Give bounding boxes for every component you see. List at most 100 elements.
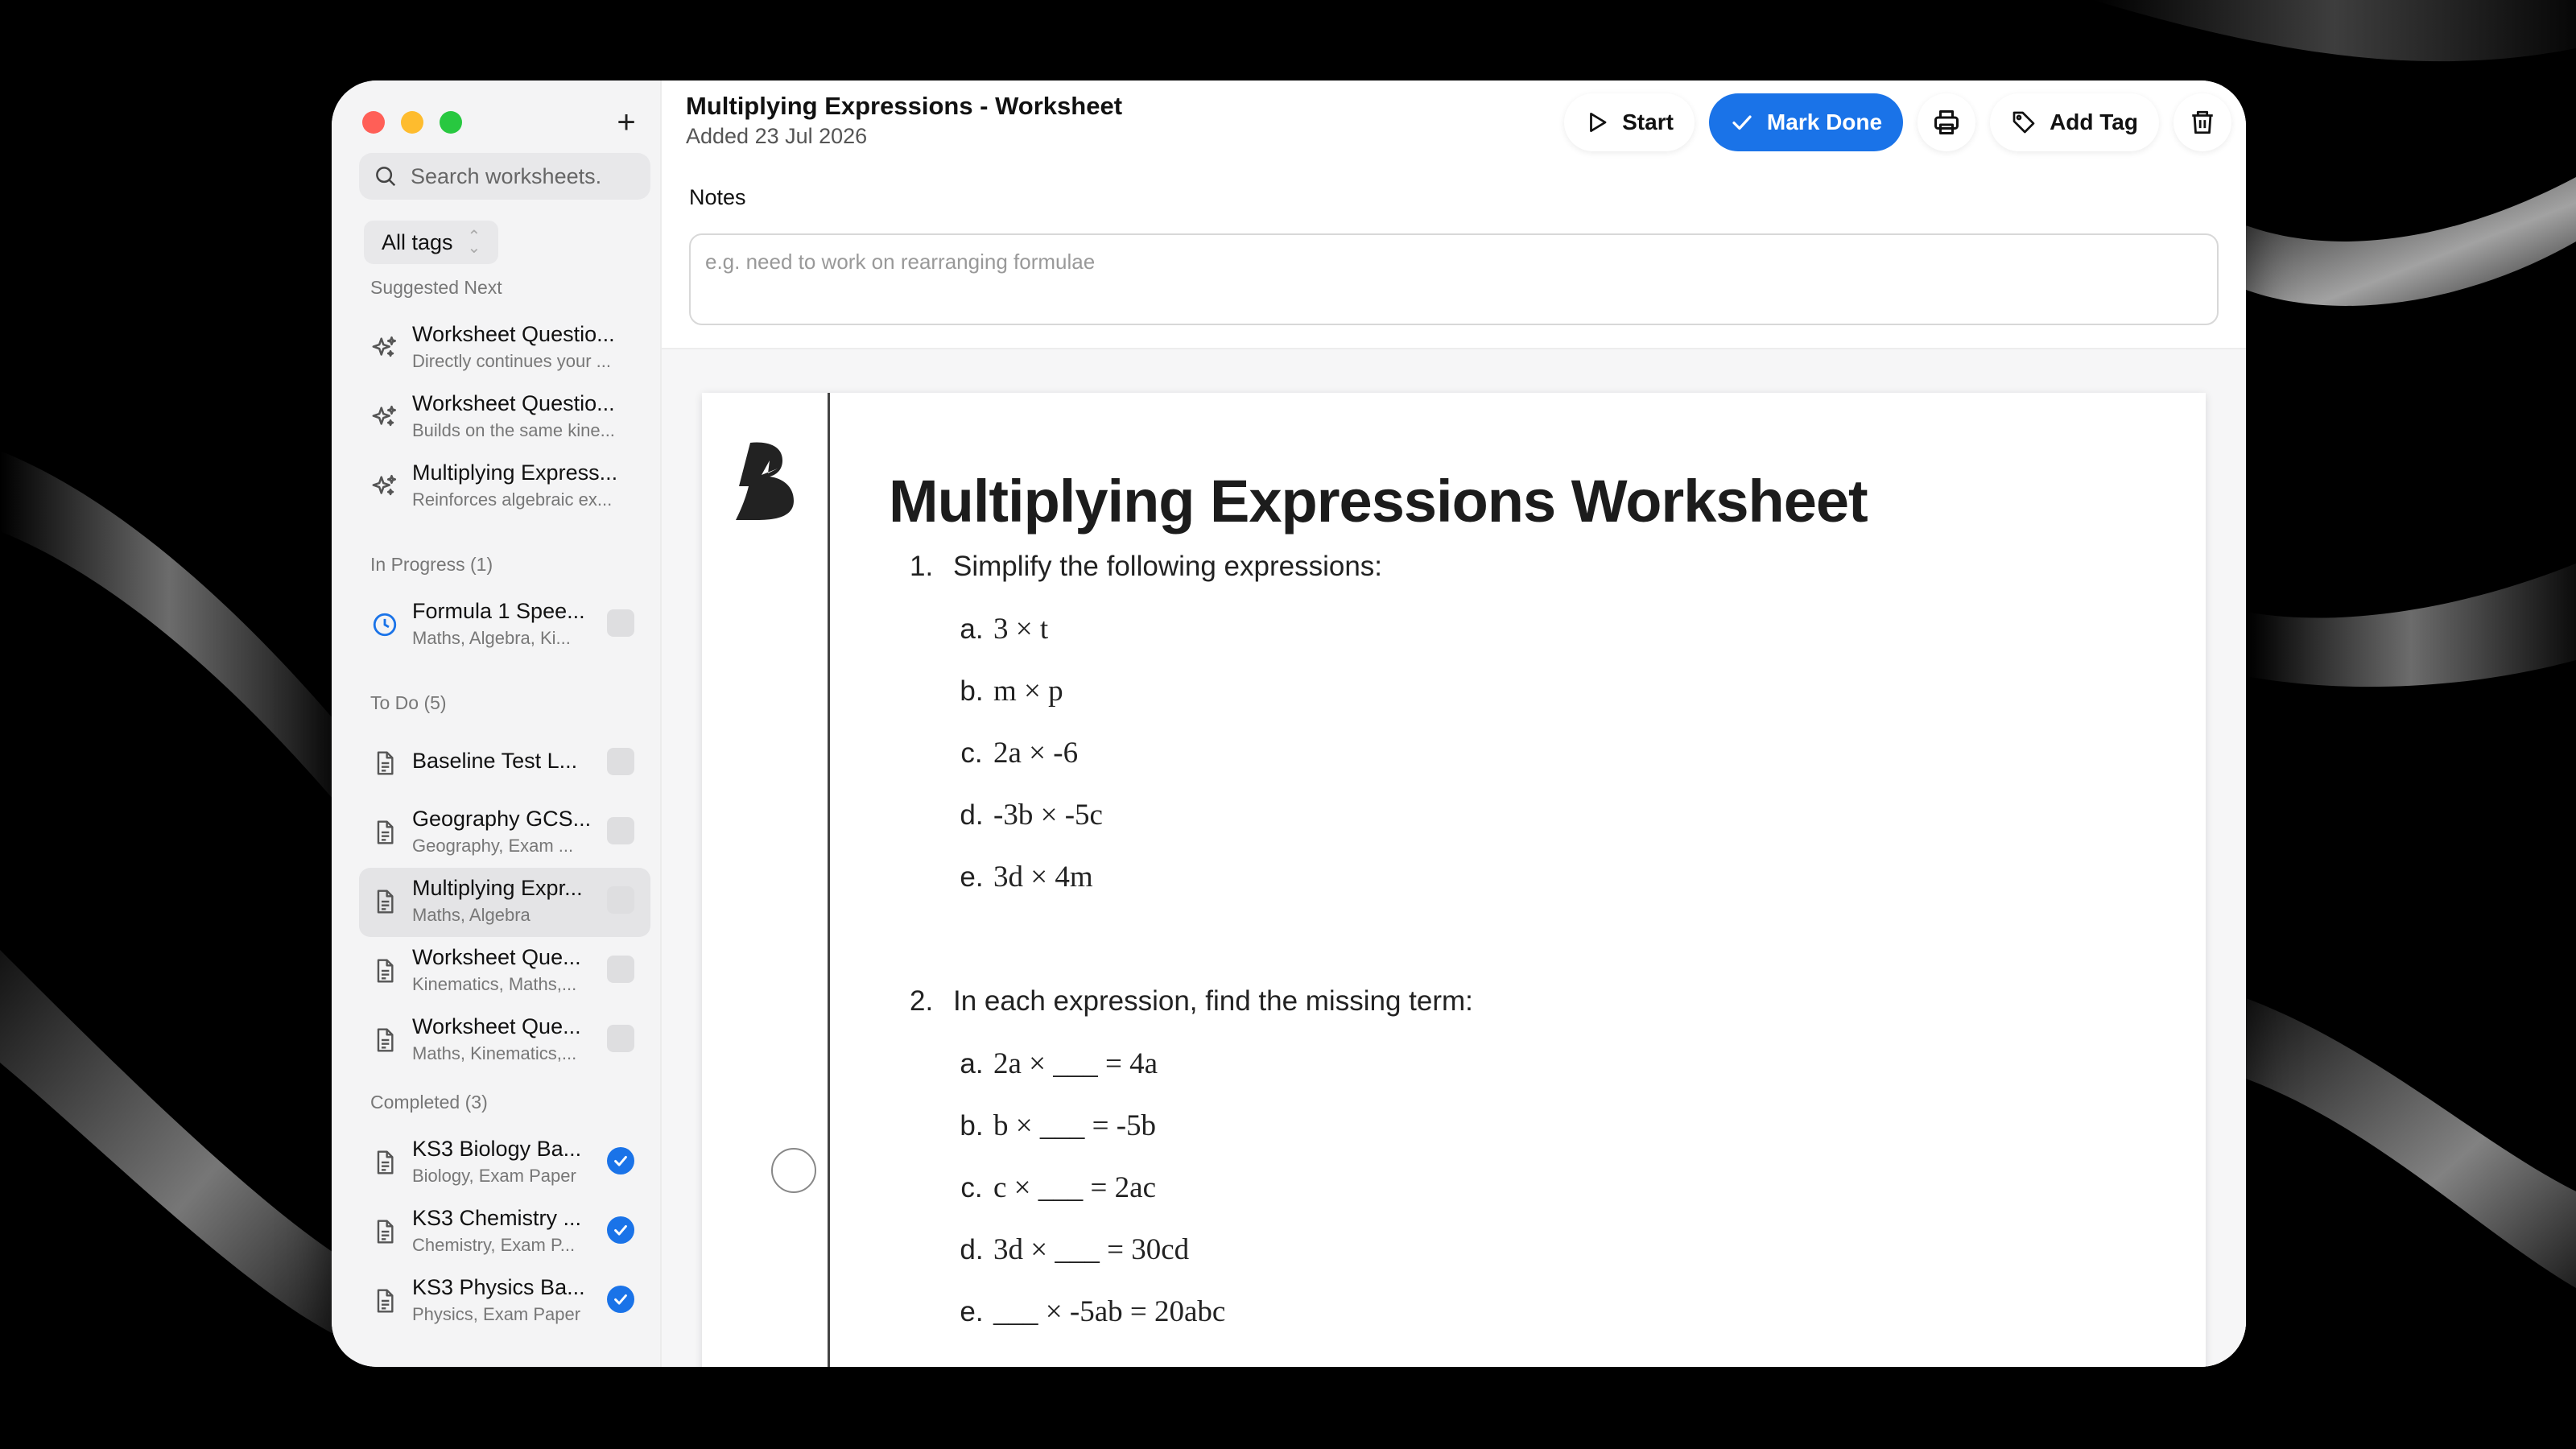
item-subtitle: Physics, Exam Paper: [412, 1304, 581, 1324]
sidebar-item-suggested[interactable]: Worksheet Questio... Builds on the same k…: [359, 383, 650, 452]
question-part: d. -3b × -5c: [950, 798, 1103, 832]
sidebar-item-todo[interactable]: Worksheet Que... Maths, Kinematics,...: [359, 1006, 650, 1075]
status-checkbox[interactable]: [607, 1286, 634, 1313]
part-expression: 3d × ___ = 30cd: [993, 1233, 1190, 1266]
part-letter: e.: [960, 861, 984, 893]
question-1: 1. Simplify the following expressions:: [910, 551, 1382, 583]
item-title: Geography GCS...: [412, 807, 592, 831]
print-button[interactable]: [1918, 93, 1976, 151]
document-icon: [377, 820, 394, 844]
item-icon: [369, 401, 401, 433]
item-icon: [369, 332, 401, 364]
notes-field[interactable]: [689, 233, 2219, 325]
question-part: e. ___ × -5ab = 20abc: [950, 1294, 1225, 1329]
search-input[interactable]: [411, 163, 644, 189]
add-tag-label: Add Tag: [2050, 109, 2138, 134]
close-window-button[interactable]: [362, 111, 385, 134]
add-tag-button[interactable]: Add Tag: [1990, 93, 2159, 151]
part-letter: b.: [960, 1110, 984, 1141]
hole-punch-circle: [771, 1148, 816, 1193]
part-letter: e.: [960, 1296, 984, 1327]
question-2: 2. In each expression, find the missing t…: [910, 985, 1473, 1018]
status-checkbox[interactable]: [607, 817, 634, 844]
section-label-todo: To Do (5): [370, 692, 447, 713]
worksheet-heading: Multiplying Expressions Worksheet: [889, 468, 1868, 535]
question-part: d. 3d × ___ = 30cd: [950, 1232, 1189, 1267]
sidebar-item-todo[interactable]: Multiplying Expr... Maths, Algebra: [359, 868, 650, 937]
item-subtitle: Geography, Exam ...: [412, 836, 574, 856]
status-checkbox[interactable]: [607, 609, 634, 637]
item-title: Formula 1 Spee...: [412, 599, 585, 623]
item-icon: [369, 609, 401, 641]
part-expression: 2a × ___ = 4a: [993, 1047, 1158, 1080]
sidebar-item-completed[interactable]: KS3 Physics Ba... Physics, Exam Paper: [359, 1267, 650, 1336]
sidebar-item-todo[interactable]: Baseline Test L...: [359, 729, 650, 799]
sidebar-item-todo[interactable]: Geography GCS... Geography, Exam ...: [359, 799, 650, 868]
trash-icon: [2192, 110, 2213, 134]
zoom-window-button[interactable]: [440, 111, 462, 134]
mark-done-button[interactable]: Mark Done: [1708, 93, 1904, 151]
search-icon: [376, 167, 396, 187]
status-checkbox[interactable]: [607, 1216, 634, 1244]
item-icon: [369, 1216, 401, 1248]
start-label: Start: [1622, 109, 1674, 134]
sidebar-item-in-progress[interactable]: Formula 1 Spee... Maths, Algebra, Ki...: [359, 591, 650, 660]
item-subtitle: Builds on the same kine...: [412, 420, 615, 440]
part-expression: 3d × 4m: [993, 861, 1093, 894]
status-checkbox[interactable]: [607, 1147, 634, 1174]
play-icon: [1590, 113, 1607, 132]
mark-done-label: Mark Done: [1766, 109, 1883, 134]
sidebar-item-suggested[interactable]: Worksheet Questio... Directly continues y…: [359, 314, 650, 383]
item-title: Worksheet Questio...: [412, 391, 615, 415]
part-expression: 2a × -6: [993, 737, 1079, 770]
item-title: Multiplying Expr...: [412, 876, 583, 900]
document-icon: [377, 1150, 394, 1174]
section-label-completed: Completed (3): [370, 1092, 488, 1113]
item-subtitle: Reinforces algebraic ex...: [412, 489, 613, 510]
item-subtitle: Biology, Exam Paper: [412, 1166, 576, 1186]
part-expression: m × p: [993, 675, 1063, 708]
sparkle-icon: [372, 405, 397, 427]
status-checkbox[interactable]: [607, 748, 634, 775]
document-icon: [377, 1220, 394, 1244]
item-icon: [369, 1146, 401, 1179]
chevron-up-down-icon: ⌃ ⌄: [467, 228, 481, 257]
part-letter: c.: [960, 737, 983, 769]
minimize-window-button[interactable]: [401, 111, 423, 134]
part-expression: 3 × t: [993, 613, 1049, 646]
notes-label: Notes: [689, 185, 746, 209]
item-subtitle: Kinematics, Maths,...: [412, 974, 577, 994]
item-icon: [369, 1285, 401, 1317]
worksheet-preview[interactable]: Multiplying Expressions Worksheet 1. Simp…: [662, 348, 2246, 1367]
part-expression: c × ___ = 2ac: [993, 1171, 1157, 1204]
start-button[interactable]: Start: [1564, 93, 1695, 151]
status-checkbox[interactable]: [607, 1025, 634, 1052]
document-icon: [377, 959, 394, 983]
brand-logo: [736, 442, 794, 520]
page-title: Multiplying Expressions - Worksheet: [686, 92, 1123, 120]
status-checkbox[interactable]: [607, 956, 634, 983]
document-icon: [377, 1289, 394, 1313]
item-icon: [369, 955, 401, 987]
item-title: Worksheet Questio...: [412, 322, 615, 346]
question-part: a. 3 × t: [950, 612, 1048, 646]
search-box[interactable]: [359, 153, 650, 200]
sidebar-item-suggested[interactable]: Multiplying Express... Reinforces algebra…: [359, 452, 650, 522]
part-letter: a.: [960, 1048, 984, 1080]
question-part: b. b × ___ = -5b: [950, 1108, 1156, 1143]
part-expression: ___ × -5ab = 20abc: [993, 1295, 1226, 1328]
sidebar-item-todo[interactable]: Worksheet Que... Kinematics, Maths,...: [359, 937, 650, 1006]
status-checkbox[interactable]: [607, 886, 634, 914]
item-icon: [369, 470, 401, 502]
document-icon: [377, 1028, 394, 1052]
sidebar-item-completed[interactable]: KS3 Biology Ba... Biology, Exam Paper: [359, 1129, 650, 1198]
delete-button[interactable]: [2174, 93, 2231, 151]
sidebar-item-completed[interactable]: KS3 Chemistry ... Chemistry, Exam P...: [359, 1198, 650, 1267]
item-subtitle: Chemistry, Exam P...: [412, 1235, 576, 1255]
item-icon: [369, 1024, 401, 1056]
tag-filter-select[interactable]: All tags ⌃ ⌄: [364, 221, 499, 264]
plus-icon[interactable]: +: [609, 105, 644, 140]
part-letter: d.: [960, 799, 984, 831]
item-title: Baseline Test L...: [412, 749, 578, 773]
section-label-suggested: Suggested Next: [370, 277, 502, 298]
